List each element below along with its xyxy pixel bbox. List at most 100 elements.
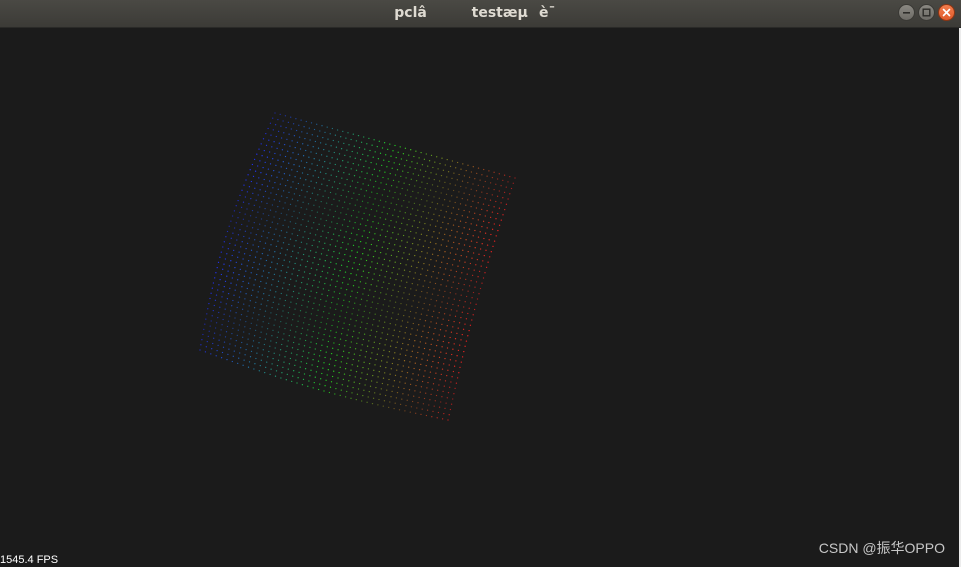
point — [421, 250, 423, 253]
point — [289, 221, 291, 223]
point — [243, 184, 245, 186]
point — [404, 332, 406, 334]
point — [222, 291, 224, 293]
maximize-button[interactable] — [918, 4, 935, 21]
point — [474, 212, 476, 214]
point — [256, 153, 258, 155]
point — [340, 333, 343, 335]
point — [449, 235, 451, 237]
point — [376, 285, 378, 287]
point — [287, 368, 289, 370]
point — [317, 286, 319, 288]
point — [381, 211, 383, 214]
point — [327, 340, 330, 343]
point — [322, 195, 324, 197]
point — [459, 299, 461, 302]
point — [266, 202, 268, 205]
point — [311, 336, 313, 338]
point — [327, 167, 329, 170]
point — [318, 206, 320, 208]
point — [307, 203, 310, 205]
point — [445, 307, 447, 310]
point — [246, 265, 248, 267]
point — [460, 237, 462, 240]
point — [448, 319, 450, 322]
point — [262, 195, 265, 198]
point — [328, 391, 331, 394]
point-cloud-viewport[interactable]: 1545.4 FPS CSDN @振华OPPO — [0, 28, 961, 567]
point — [254, 239, 256, 241]
point — [316, 269, 318, 271]
point — [251, 266, 254, 269]
point — [477, 219, 479, 221]
point — [460, 168, 462, 170]
point — [392, 312, 394, 314]
point — [359, 281, 362, 283]
point — [253, 284, 255, 286]
point — [317, 263, 319, 266]
point — [438, 197, 440, 199]
point — [220, 301, 222, 303]
point — [257, 347, 259, 349]
point — [456, 179, 458, 181]
point — [220, 357, 223, 359]
point — [341, 177, 343, 179]
point — [296, 141, 299, 144]
point — [329, 191, 332, 194]
point — [399, 210, 401, 212]
point — [394, 174, 397, 176]
point — [489, 182, 492, 184]
point — [300, 361, 302, 363]
point — [469, 324, 472, 326]
point — [445, 352, 447, 354]
point — [371, 174, 374, 176]
point — [422, 285, 424, 287]
point — [434, 305, 436, 307]
point — [467, 164, 469, 166]
point — [328, 312, 330, 314]
point — [324, 305, 326, 308]
title-bar[interactable]: pclâtestæµè¯ — [0, 0, 961, 28]
point — [319, 130, 321, 132]
point — [377, 222, 380, 224]
point — [270, 175, 273, 177]
point — [340, 148, 343, 150]
point — [438, 311, 440, 314]
point — [468, 285, 471, 287]
point — [430, 366, 433, 368]
point — [297, 153, 299, 155]
point — [425, 342, 427, 344]
point — [404, 382, 406, 384]
point — [258, 263, 261, 265]
point — [309, 250, 312, 252]
point — [369, 385, 372, 387]
point — [345, 288, 348, 291]
point — [335, 263, 337, 265]
point — [245, 320, 247, 323]
point — [417, 226, 419, 229]
close-button[interactable] — [938, 4, 955, 21]
point — [451, 195, 453, 197]
point — [286, 138, 288, 141]
point — [448, 364, 450, 366]
point — [262, 321, 264, 323]
point — [365, 190, 368, 192]
point — [397, 233, 399, 235]
point — [461, 180, 464, 182]
point — [446, 245, 448, 247]
point — [431, 184, 434, 186]
point — [512, 182, 514, 184]
point — [280, 195, 283, 197]
point — [243, 275, 246, 277]
point — [444, 268, 447, 270]
point — [355, 297, 357, 299]
point — [362, 293, 364, 295]
point — [251, 345, 254, 347]
point — [283, 259, 285, 261]
point — [329, 226, 331, 228]
point — [223, 263, 225, 265]
point — [397, 151, 399, 153]
point — [436, 203, 439, 205]
minimize-button[interactable] — [898, 4, 915, 21]
point — [245, 270, 247, 272]
